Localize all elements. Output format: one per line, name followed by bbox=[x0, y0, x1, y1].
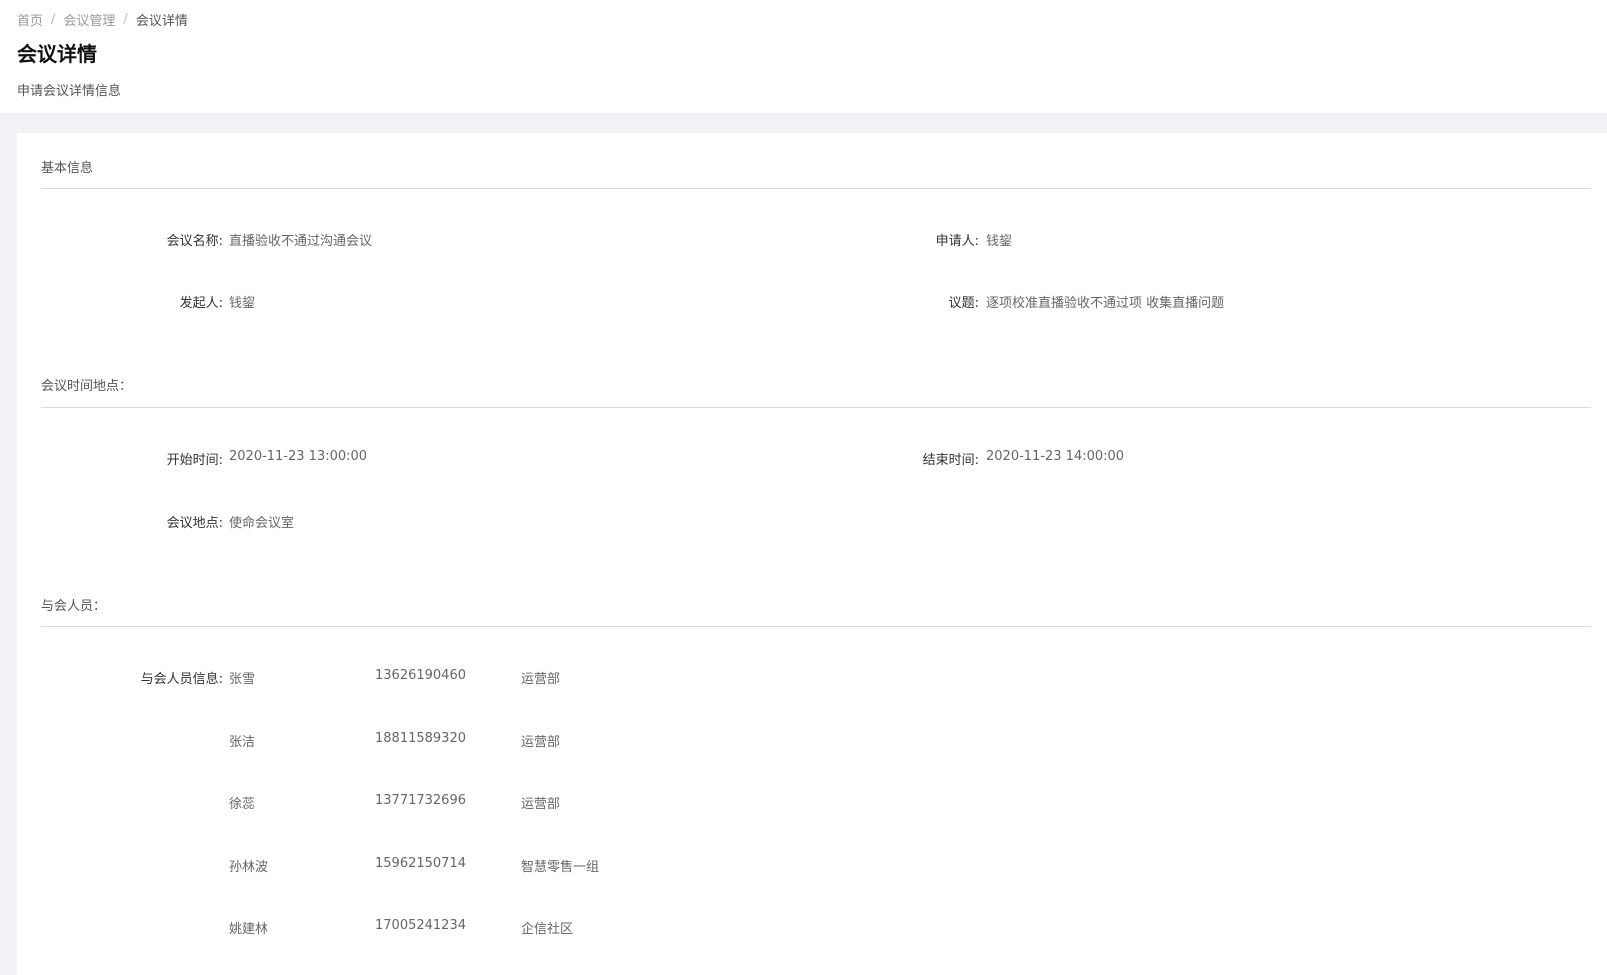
applicant-label: 申请人: bbox=[935, 234, 979, 249]
attendee-department: 企信社区 bbox=[521, 922, 574, 937]
place-value: 使命会议室 bbox=[229, 516, 295, 531]
start-time-value: 2020-11-23 13:00:00 bbox=[229, 449, 368, 464]
attendee-name: 张洁 bbox=[229, 735, 256, 750]
start-time-label: 开始时间: bbox=[166, 453, 223, 468]
section-title-basic: 基本信息 bbox=[41, 161, 94, 176]
attendee-phone: 17005241234 bbox=[375, 918, 466, 933]
place-label: 会议地点: bbox=[166, 516, 223, 531]
divider bbox=[41, 188, 1591, 189]
initiator-label: 发起人: bbox=[179, 296, 223, 311]
topic-value: 逐项校准直播验收不通过项 收集直播问题 bbox=[986, 296, 1225, 311]
breadcrumb: 首页 / 会议管理 / 会议详情 bbox=[17, 10, 188, 29]
page-title: 会议详情 bbox=[17, 42, 97, 66]
end-time-value: 2020-11-23 14:00:00 bbox=[986, 449, 1125, 464]
attendee-phone: 18811589320 bbox=[375, 731, 466, 746]
section-title-time-place: 会议时间地点： bbox=[41, 379, 133, 394]
attendee-phone: 13626190460 bbox=[375, 668, 466, 683]
breadcrumb-separator: / bbox=[123, 11, 128, 27]
breadcrumb-current: 会议详情 bbox=[135, 13, 188, 29]
attendee-department: 运营部 bbox=[521, 797, 561, 812]
initiator-value: 钱鋆 bbox=[229, 296, 256, 311]
page-header: 首页 / 会议管理 / 会议详情 会议详情 申请会议详情信息 bbox=[0, 0, 1607, 113]
section-title-attendees: 与会人员： bbox=[41, 599, 107, 614]
attendees-label: 与会人员信息: bbox=[140, 672, 223, 687]
attendee-department: 运营部 bbox=[521, 672, 561, 687]
attendee-name: 徐蕊 bbox=[229, 797, 256, 812]
attendee-phone: 13771732696 bbox=[375, 793, 466, 808]
page-subtitle: 申请会议详情信息 bbox=[17, 84, 122, 99]
attendee-department: 运营部 bbox=[521, 735, 561, 750]
meeting-name-label: 会议名称: bbox=[166, 234, 223, 249]
breadcrumb-meeting-management[interactable]: 会议管理 bbox=[63, 10, 115, 29]
divider bbox=[41, 626, 1591, 627]
attendee-name: 孙林波 bbox=[229, 860, 269, 875]
breadcrumb-separator: / bbox=[51, 11, 56, 27]
breadcrumb-home[interactable]: 首页 bbox=[17, 10, 43, 29]
detail-card: 基本信息 会议名称: 直播验收不通过沟通会议 申请人: 钱鋆 发起人: 钱鋆 议… bbox=[17, 133, 1607, 975]
attendee-phone: 15962150714 bbox=[375, 856, 466, 871]
end-time-label: 结束时间: bbox=[922, 453, 979, 468]
divider bbox=[41, 407, 1591, 408]
attendee-name: 姚建林 bbox=[229, 922, 269, 937]
attendee-department: 智慧零售一组 bbox=[521, 860, 600, 875]
topic-label: 议题: bbox=[948, 296, 979, 311]
attendee-name: 张雪 bbox=[229, 672, 256, 687]
meeting-name-value: 直播验收不通过沟通会议 bbox=[229, 234, 373, 249]
applicant-value: 钱鋆 bbox=[986, 234, 1013, 249]
